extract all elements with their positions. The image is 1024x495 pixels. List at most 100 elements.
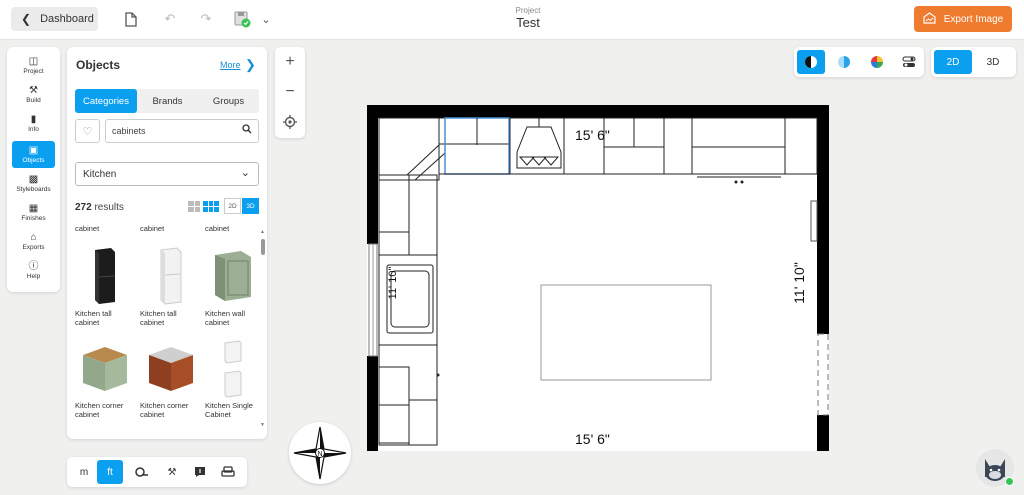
info-icon[interactable] [187, 460, 213, 484]
wood-corner-cabinet-thumbnail[interactable] [145, 345, 197, 395]
export-icon: ⌂ [30, 232, 37, 243]
rail-label: Info [28, 126, 39, 133]
compass[interactable]: N [289, 422, 351, 484]
favorites-button[interactable]: ♡ [75, 119, 100, 143]
wall-right-upper [817, 105, 829, 334]
results-number: 272 [75, 202, 92, 213]
tall-black-cabinet-thumbnail[interactable] [87, 247, 123, 305]
rail-item-project[interactable]: ◫ Project [12, 52, 55, 79]
rail-item-objects[interactable]: ▣ Objects [12, 141, 55, 168]
heart-icon: ♡ [82, 125, 93, 138]
rail-item-build[interactable]: ⚒ Build [12, 81, 55, 108]
zoom-out-button[interactable]: − [275, 77, 305, 107]
zoom-in-button[interactable]: + [275, 47, 305, 77]
kitchen-island [540, 284, 712, 381]
tall-white-cabinet-thumbnail[interactable] [153, 247, 189, 305]
panel-title: Objects [76, 58, 121, 72]
more-link[interactable]: More [220, 60, 241, 70]
green-corner-cabinet-thumbnail[interactable] [79, 345, 131, 395]
view-mode-controls [794, 47, 924, 77]
toggle-settings-icon[interactable] [895, 50, 923, 74]
item-label[interactable]: Kitchen tall cabinet [75, 309, 135, 327]
online-status-badge [1005, 477, 1014, 486]
rail-label: Objects [22, 157, 45, 164]
unit-metric-button[interactable]: m [71, 460, 97, 484]
target-icon [283, 115, 297, 129]
top-bar: ❮ Dashboard ↶ ↷ ⌄ Project Test Export Im… [0, 0, 1024, 40]
project-title[interactable]: Test [0, 15, 1024, 30]
search-icon[interactable] [242, 124, 252, 137]
floor-plan[interactable]: 15' 6" 15' 6" 11' 10" 11' 10" [367, 105, 829, 451]
dimension-toggle: 2D 3D [931, 47, 1016, 77]
grid-large-icon[interactable] [203, 201, 219, 212]
rail-label: Build [26, 97, 41, 104]
compass-rose-icon: N [293, 426, 347, 480]
help-icon: ⓘ [28, 261, 39, 272]
scroll-down-icon[interactable]: ▼ [260, 422, 265, 428]
search-input[interactable] [105, 119, 259, 143]
item-label[interactable]: Kitchen corner cabinet [140, 401, 200, 419]
item-label[interactable]: Kitchen wall cabinet [205, 309, 265, 327]
scroll-thumb[interactable] [261, 239, 265, 255]
color-mode-icon[interactable] [830, 50, 858, 74]
view-3d-toggle[interactable]: 3D [242, 198, 259, 214]
tab-categories[interactable]: Categories [75, 89, 137, 113]
item-label[interactable]: Kitchen tall cabinet [140, 309, 200, 327]
contrast-icon[interactable] [797, 50, 825, 74]
export-icon [923, 11, 936, 27]
category-value: Kitchen [83, 168, 117, 180]
item-label[interactable]: Kitchen corner cabinet [75, 401, 135, 419]
floor-plan-drawing [367, 105, 829, 451]
tab-groups[interactable]: Groups [198, 89, 259, 113]
export-label: Export Image [943, 13, 1004, 25]
dimension-top: 15' 6" [575, 127, 610, 143]
rail-label: Project [23, 68, 44, 75]
wall-right-lower [817, 415, 829, 451]
color-wheel-icon[interactable] [863, 50, 891, 74]
tools-icon[interactable]: ⚒ [159, 460, 185, 484]
sofa-icon[interactable] [215, 460, 241, 484]
item-label[interactable]: Kitchen Single Cabinet [205, 401, 265, 419]
unit-feet-button[interactable]: ft [97, 460, 123, 484]
rail-label: Help [26, 273, 41, 280]
objects-panel: Objects More ❯ Categories Brands Groups … [67, 47, 267, 439]
rail-item-finishes[interactable]: ▦ Finishes [12, 199, 55, 226]
mode-3d-button[interactable]: 3D [974, 50, 1012, 74]
rail-item-exports[interactable]: ⌂ Exports [12, 228, 55, 255]
bottom-toolbar: m ft ⚒ [67, 457, 247, 487]
item-label: cabinet [140, 224, 165, 233]
dimension-right: 11' 10" [791, 262, 807, 304]
panel-tabs: Categories Brands Groups [75, 89, 259, 113]
panel-scrollbar[interactable]: ▲ ▼ [260, 229, 265, 429]
white-single-cabinet-thumbnail[interactable] [215, 339, 251, 399]
svg-text:N: N [318, 451, 323, 458]
results-count: 272 results [75, 202, 124, 213]
recenter-button[interactable] [275, 107, 305, 137]
rail-item-info[interactable]: ▮ Info [12, 110, 55, 137]
export-image-button[interactable]: Export Image [914, 6, 1012, 32]
grid-small-icon[interactable] [188, 201, 200, 212]
sofa-icon: ▣ [28, 145, 39, 156]
avatar[interactable] [976, 449, 1014, 487]
tools-icon: ⚒ [29, 85, 38, 96]
green-wall-cabinet-thumbnail[interactable] [211, 247, 255, 305]
rail-label: Exports [22, 244, 45, 251]
view-2d-toggle[interactable]: 2D [224, 198, 241, 214]
dimension-left: 11' 10" [387, 266, 399, 300]
wall-top [367, 105, 829, 118]
item-label: cabinet [205, 224, 230, 233]
tab-brands[interactable]: Brands [137, 89, 198, 113]
rail-label: Finishes [21, 215, 46, 222]
info-icon: ▮ [30, 114, 37, 125]
project-caption: Project [515, 6, 541, 15]
measure-icon[interactable] [129, 460, 155, 484]
rail-item-styleboards[interactable]: ▩ Styleboards [12, 170, 55, 197]
category-select[interactable]: Kitchen ⌄ [75, 162, 259, 186]
chevron-down-icon: ⌄ [240, 167, 250, 179]
results-label: results [94, 202, 124, 213]
paint-roller-icon: ▦ [28, 203, 39, 214]
scroll-up-icon[interactable]: ▲ [260, 229, 265, 235]
rail-item-help[interactable]: ⓘ Help [12, 257, 55, 284]
mode-2d-button[interactable]: 2D [934, 50, 972, 74]
chevron-right-icon[interactable]: ❯ [245, 57, 256, 73]
